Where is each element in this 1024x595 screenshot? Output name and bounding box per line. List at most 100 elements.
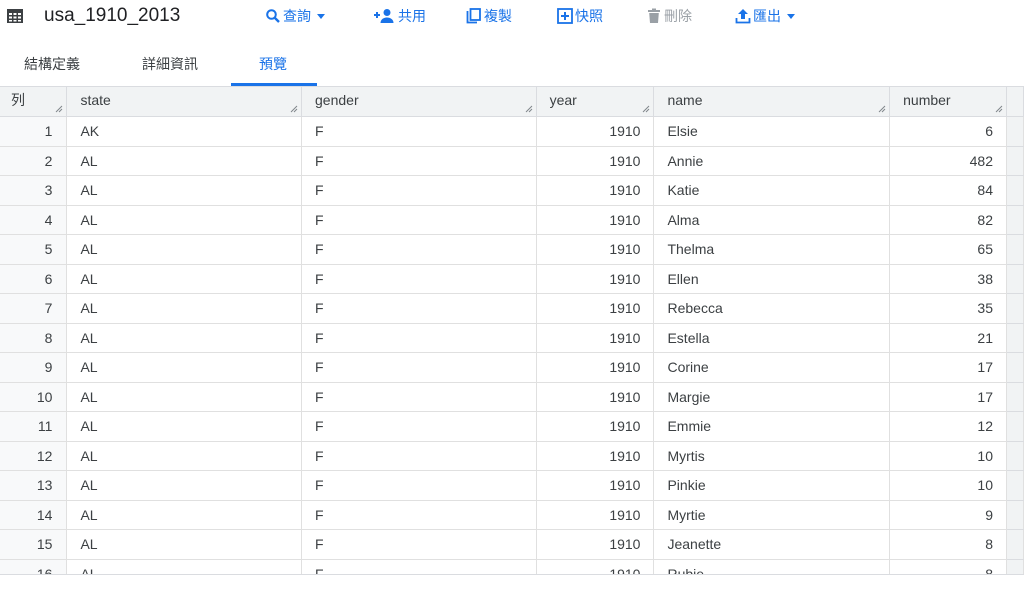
preview-table: 列 state gender year name number 1 AK F 1… [0, 87, 1024, 574]
number-cell: 65 [889, 234, 1007, 265]
scrollbar-gutter [1006, 175, 1024, 206]
active-tab-indicator [231, 83, 317, 86]
resize-handle-icon[interactable] [55, 105, 63, 113]
snapshot-icon [557, 8, 573, 24]
column-header-gender[interactable]: gender [301, 87, 537, 117]
name-cell: Pinkie [653, 470, 891, 501]
table-row[interactable]: 12 AL F 1910 Myrtis 10 [0, 441, 1024, 471]
table-row[interactable]: 1 AK F 1910 Elsie 6 [0, 116, 1024, 147]
gender-cell: F [301, 441, 537, 471]
state-cell: AL [66, 559, 303, 574]
tab-details[interactable]: 詳細資訊 [142, 44, 198, 86]
table-row[interactable]: 10 AL F 1910 Margie 17 [0, 382, 1024, 412]
column-header-number[interactable]: number [889, 87, 1007, 117]
state-cell: AL [66, 175, 303, 206]
scrollbar-gutter [1006, 382, 1024, 412]
number-cell: 21 [889, 323, 1007, 353]
row-number-cell: 2 [0, 146, 68, 176]
gender-cell: F [301, 559, 537, 574]
query-label: 查詢 [283, 8, 311, 24]
table-row[interactable]: 4 AL F 1910 Alma 82 [0, 205, 1024, 235]
name-cell: Katie [653, 175, 891, 206]
state-cell: AL [66, 234, 303, 265]
resize-handle-icon[interactable] [525, 105, 533, 113]
column-header-name[interactable]: name [653, 87, 891, 117]
state-cell: AL [66, 411, 303, 442]
gender-cell: F [301, 529, 537, 560]
tab-schema[interactable]: 結構定義 [24, 44, 80, 86]
name-cell: Myrtis [653, 441, 891, 471]
table-row[interactable]: 14 AL F 1910 Myrtie 9 [0, 500, 1024, 530]
year-cell: 1910 [536, 559, 655, 574]
table-row[interactable]: 13 AL F 1910 Pinkie 10 [0, 470, 1024, 501]
table-row[interactable]: 16 AL F 1910 Rubie 8 [0, 559, 1024, 574]
scrollbar-gutter [1006, 264, 1024, 294]
table-row[interactable]: 6 AL F 1910 Ellen 38 [0, 264, 1024, 294]
table-row[interactable]: 9 AL F 1910 Corine 17 [0, 352, 1024, 383]
delete-button[interactable]: 刪除 [646, 7, 692, 25]
table-row[interactable]: 5 AL F 1910 Thelma 65 [0, 234, 1024, 265]
row-number-cell: 8 [0, 323, 68, 353]
copy-icon [466, 8, 481, 24]
column-header-row-number: 列 [0, 87, 68, 117]
gender-cell: F [301, 352, 537, 383]
column-header-state[interactable]: state [66, 87, 303, 117]
state-cell: AL [66, 323, 303, 353]
scrollbar-gutter [1006, 146, 1024, 176]
table-row[interactable]: 8 AL F 1910 Estella 21 [0, 323, 1024, 353]
resize-handle-icon[interactable] [995, 105, 1003, 113]
person-add-icon [374, 9, 394, 23]
year-cell: 1910 [536, 382, 655, 412]
row-number-cell: 11 [0, 411, 68, 442]
footer-divider [0, 574, 1024, 595]
gender-cell: F [301, 146, 537, 176]
state-cell: AL [66, 441, 303, 471]
table-row[interactable]: 2 AL F 1910 Annie 482 [0, 146, 1024, 176]
table-row[interactable]: 7 AL F 1910 Rebecca 35 [0, 293, 1024, 324]
snapshot-button[interactable]: 快照 [557, 7, 603, 25]
year-cell: 1910 [536, 411, 655, 442]
year-cell: 1910 [536, 205, 655, 235]
scrollbar-gutter [1006, 293, 1024, 324]
row-number-cell: 5 [0, 234, 68, 265]
table-row[interactable]: 11 AL F 1910 Emmie 12 [0, 411, 1024, 442]
search-icon [266, 9, 280, 23]
row-number-cell: 14 [0, 500, 68, 530]
resize-handle-icon[interactable] [878, 105, 886, 113]
resize-handle-icon[interactable] [290, 105, 298, 113]
row-number-cell: 6 [0, 264, 68, 294]
gender-cell: F [301, 175, 537, 206]
table-header-row: 列 state gender year name number [0, 87, 1024, 117]
copy-button[interactable]: 複製 [466, 7, 512, 25]
row-number-cell: 15 [0, 529, 68, 560]
state-cell: AL [66, 146, 303, 176]
year-cell: 1910 [536, 470, 655, 501]
number-cell: 10 [889, 441, 1007, 471]
share-button[interactable]: 共用 [374, 7, 426, 25]
year-cell: 1910 [536, 323, 655, 353]
name-cell: Annie [653, 146, 891, 176]
column-header-year[interactable]: year [536, 87, 655, 117]
tab-bar: 結構定義 詳細資訊 預覽 [0, 44, 1024, 87]
table-row[interactable]: 15 AL F 1910 Jeanette 8 [0, 529, 1024, 560]
name-cell: Rebecca [653, 293, 891, 324]
name-cell: Elsie [653, 116, 891, 147]
scrollbar-gutter [1006, 470, 1024, 501]
upload-icon [735, 9, 751, 24]
year-cell: 1910 [536, 352, 655, 383]
scrollbar-gutter [1006, 205, 1024, 235]
number-cell: 9 [889, 500, 1007, 530]
year-cell: 1910 [536, 116, 655, 147]
table-icon [7, 9, 23, 23]
resize-handle-icon[interactable] [642, 105, 650, 113]
state-cell: AL [66, 470, 303, 501]
number-cell: 35 [889, 293, 1007, 324]
tab-preview[interactable]: 預覽 [259, 44, 287, 86]
gender-cell: F [301, 116, 537, 147]
table-row[interactable]: 3 AL F 1910 Katie 84 [0, 175, 1024, 206]
export-button[interactable]: 匯出 [735, 7, 795, 25]
column-header-label: gender [315, 92, 359, 108]
query-button[interactable]: 查詢 [265, 7, 325, 25]
number-cell: 10 [889, 470, 1007, 501]
gender-cell: F [301, 500, 537, 530]
